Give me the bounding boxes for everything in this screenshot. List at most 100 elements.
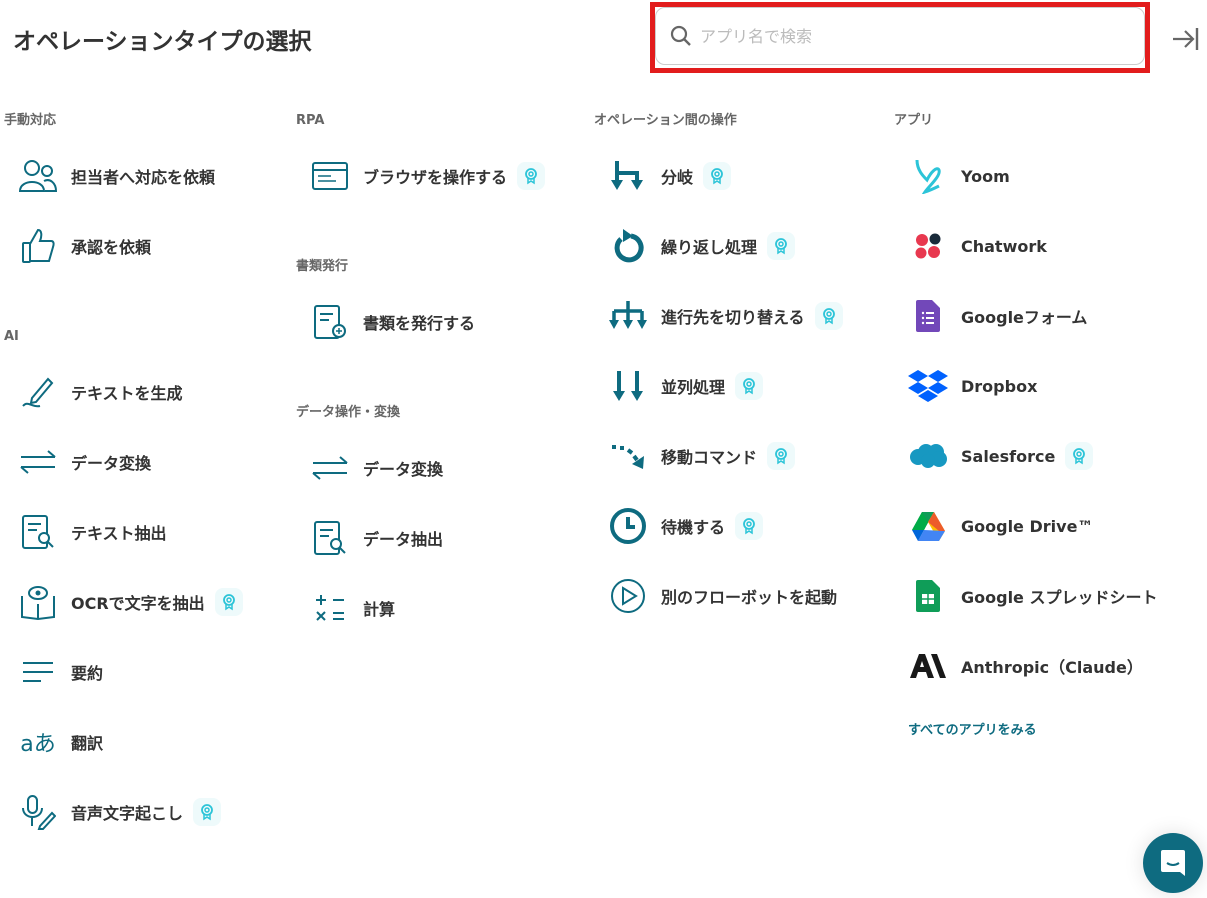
collapse-panel-icon[interactable] <box>1170 24 1200 54</box>
op-label: データ抽出 <box>363 530 444 549</box>
microphone-pen-icon <box>18 792 58 832</box>
op-label: 並列処理 <box>661 378 726 397</box>
op-translate[interactable]: aあ 翻訳 <box>4 707 243 777</box>
app-label: Dropbox <box>961 376 1038 396</box>
op-label: 書類を発行する <box>363 314 476 333</box>
op-issue-document[interactable]: 書類を発行する <box>296 287 545 357</box>
browser-icon <box>310 156 350 196</box>
google-drive-logo-icon <box>908 506 948 546</box>
op-loop[interactable]: 繰り返し処理 <box>594 211 843 281</box>
premium-badge-icon <box>193 798 222 826</box>
doc-search-icon <box>18 512 58 552</box>
app-label: Salesforce <box>961 446 1056 466</box>
op-label: 繰り返し処理 <box>661 238 758 257</box>
app-label: Googleフォーム <box>961 308 1088 327</box>
app-anthropic[interactable]: Anthropic（Claude） <box>894 631 1157 701</box>
section-heading-data: データ操作・変換 <box>296 405 401 420</box>
op-label: 音声文字起こし <box>71 804 184 823</box>
op-label: 担当者へ対応を依頼 <box>71 168 216 187</box>
premium-badge-icon <box>814 302 843 330</box>
op-data-convert[interactable]: データ変換 <box>296 433 545 503</box>
search-highlight-box <box>650 2 1150 73</box>
calculator-icon <box>310 588 350 628</box>
app-yoom[interactable]: Yoom <box>894 141 1157 211</box>
op-label: データ変換 <box>71 454 152 473</box>
play-circle-icon <box>608 576 648 616</box>
multi-branch-icon <box>608 296 648 336</box>
app-label: Yoom <box>961 166 1010 186</box>
app-label: Google Drive™ <box>961 516 1094 536</box>
op-request-assignee[interactable]: 担当者へ対応を依頼 <box>4 141 243 211</box>
op-request-approval[interactable]: 承認を依頼 <box>4 211 243 281</box>
op-browser[interactable]: ブラウザを操作する <box>296 141 546 211</box>
op-summarize[interactable]: 要約 <box>4 637 243 707</box>
op-label: 待機する <box>661 518 726 537</box>
op-label: 進行先を切り替える <box>661 308 805 327</box>
op-launch-flowbot[interactable]: 別のフローボットを起動 <box>594 561 843 631</box>
op-label: ブラウザを操作する <box>363 168 508 187</box>
doc-search-icon <box>310 518 350 558</box>
op-label: 計算 <box>363 600 396 619</box>
op-label: 別のフローボットを起動 <box>661 588 838 607</box>
google-sheets-logo-icon <box>908 576 948 616</box>
thumbs-up-icon <box>18 226 58 266</box>
premium-badge-icon <box>214 588 243 616</box>
app-label: Google スプレッドシート <box>961 588 1158 607</box>
app-google-forms[interactable]: Googleフォーム <box>894 281 1157 351</box>
section-heading-manual: 手動対応 <box>4 113 57 128</box>
op-parallel[interactable]: 並列処理 <box>594 351 843 421</box>
op-generate-text[interactable]: テキストを生成 <box>4 357 243 427</box>
premium-badge-icon <box>767 442 796 470</box>
move-arrow-icon <box>608 436 648 476</box>
translate-icon: aあ <box>20 732 56 757</box>
op-branch[interactable]: 分岐 <box>594 141 843 211</box>
app-google-drive[interactable]: Google Drive™ <box>894 491 1157 561</box>
op-label: OCRで文字を抽出 <box>71 594 205 613</box>
chat-support-button[interactable] <box>1143 833 1203 893</box>
app-google-sheets[interactable]: Google スプレッドシート <box>894 561 1157 631</box>
op-label: 要約 <box>71 664 104 683</box>
salesforce-logo-icon <box>908 436 948 476</box>
app-salesforce[interactable]: Salesforce <box>894 421 1157 491</box>
premium-badge-icon <box>767 232 796 260</box>
column-apps: アプリ Yoom Chatwork Googleフォーム Dropbox Sal… <box>894 111 1157 738</box>
see-all-apps-link[interactable]: すべてのアプリをみる <box>908 719 1157 738</box>
op-ocr[interactable]: OCRで文字を抽出 <box>4 567 243 637</box>
google-forms-logo-icon <box>908 296 948 336</box>
app-chatwork[interactable]: Chatwork <box>894 211 1157 281</box>
anthropic-logo-icon <box>908 646 948 686</box>
lines-icon <box>18 652 58 692</box>
op-label: 移動コマンド <box>661 448 758 467</box>
op-transcribe[interactable]: 音声文字起こし <box>4 777 243 847</box>
op-move-command[interactable]: 移動コマンド <box>594 421 843 491</box>
yoom-logo-icon <box>908 156 948 196</box>
branch-icon <box>608 156 648 196</box>
section-heading-rpa: RPA <box>296 113 325 128</box>
op-wait[interactable]: 待機する <box>594 491 843 561</box>
op-label: データ変換 <box>363 460 444 479</box>
loop-icon <box>608 226 648 266</box>
op-calculate[interactable]: 計算 <box>296 573 545 643</box>
swap-arrows-icon <box>310 448 350 488</box>
chat-icon <box>1161 850 1185 876</box>
op-label: テキストを生成 <box>71 384 183 403</box>
op-label: 分岐 <box>661 168 694 187</box>
column-flow: オペレーション間の操作 分岐 繰り返し処理 進行先を切り替える 並列処理 移動コ… <box>594 111 843 631</box>
app-dropbox[interactable]: Dropbox <box>894 351 1157 421</box>
section-heading-docs: 書類発行 <box>296 259 349 274</box>
column-rpa-docs-data: RPA ブラウザを操作する 書類発行 書類を発行する データ操作・変換 データ変… <box>296 111 546 643</box>
op-extract-text[interactable]: テキスト抽出 <box>4 497 243 567</box>
premium-badge-icon <box>735 372 764 400</box>
op-ai-data-convert[interactable]: データ変換 <box>4 427 243 497</box>
premium-badge-icon <box>517 162 546 190</box>
chatwork-logo-icon <box>908 226 948 266</box>
app-label: Anthropic（Claude） <box>961 658 1143 677</box>
premium-badge-icon <box>703 162 732 190</box>
premium-badge-icon <box>1065 442 1094 470</box>
op-label: 翻訳 <box>71 734 104 753</box>
op-switch-route[interactable]: 進行先を切り替える <box>594 281 843 351</box>
app-label: Chatwork <box>961 236 1047 256</box>
op-label: 承認を依頼 <box>71 238 152 257</box>
op-data-extract[interactable]: データ抽出 <box>296 503 545 573</box>
premium-badge-icon <box>735 512 764 540</box>
